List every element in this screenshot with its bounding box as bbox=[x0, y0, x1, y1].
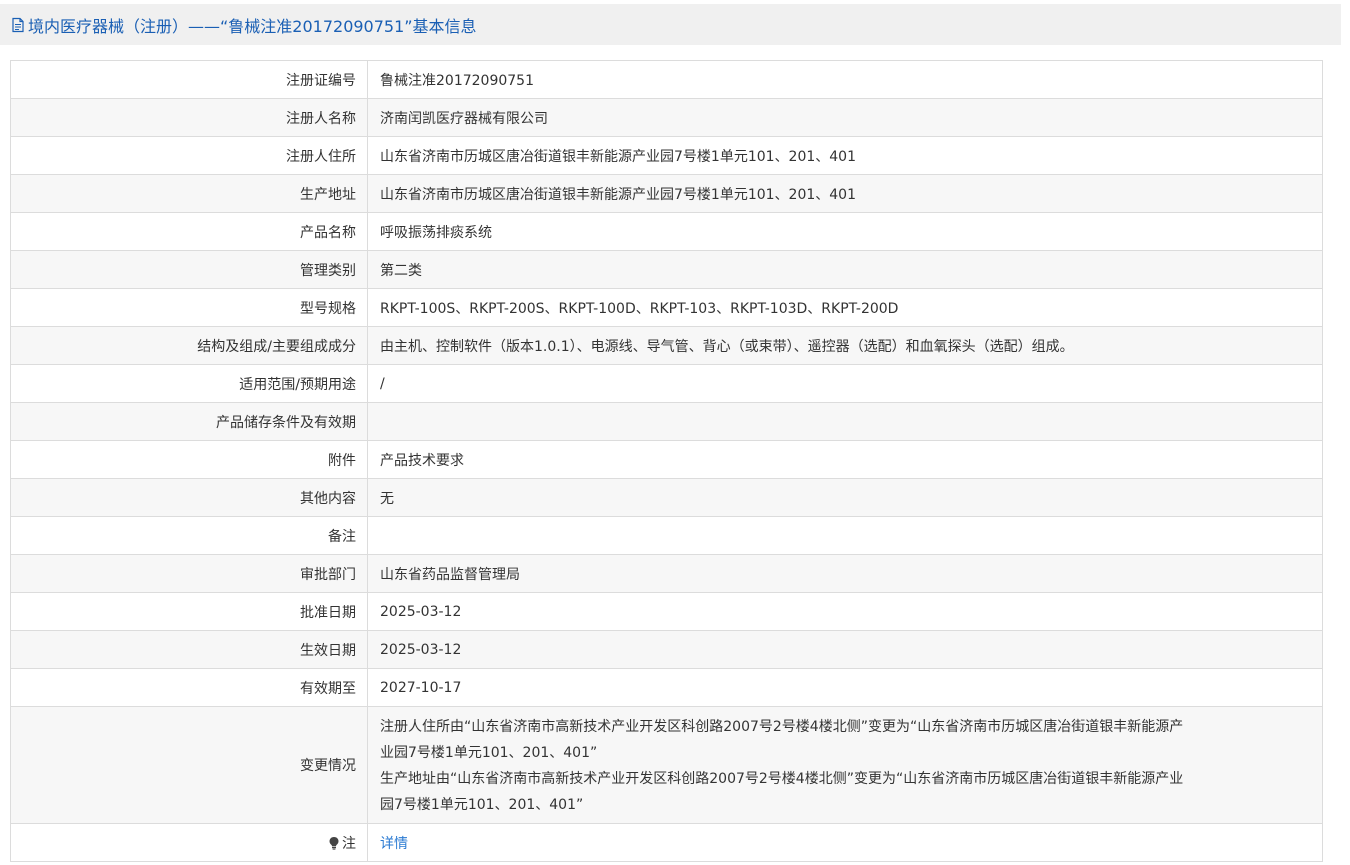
row-value: 山东省济南市历城区唐冶街道银丰新能源产业园7号楼1单元101、201、401 bbox=[368, 137, 1323, 174]
row-value: 2025-03-12 bbox=[368, 631, 1323, 668]
row-label: 有效期至 bbox=[11, 669, 368, 706]
row-value bbox=[368, 517, 1323, 554]
table-row: 其他内容 无 bbox=[11, 479, 1323, 517]
row-value: / bbox=[368, 365, 1323, 402]
row-label: 审批部门 bbox=[11, 555, 368, 592]
table-row: 管理类别 第二类 bbox=[11, 251, 1323, 289]
row-value: 无 bbox=[368, 479, 1323, 516]
table-row: 审批部门 山东省药品监督管理局 bbox=[11, 555, 1323, 593]
page-title: 境内医疗器械（注册）——“鲁械注准20172090751”基本信息 bbox=[28, 16, 477, 36]
change-line: 业园7号楼1单元101、201、401” bbox=[380, 745, 598, 761]
row-label: 适用范围/预期用途 bbox=[11, 365, 368, 402]
table-row: 注册人住所 山东省济南市历城区唐冶街道银丰新能源产业园7号楼1单元101、201… bbox=[11, 137, 1323, 175]
info-table: 注册证编号 鲁械注准20172090751 注册人名称 济南闰凯医疗器械有限公司… bbox=[10, 60, 1323, 862]
change-row: 变更情况 注册人住所由“山东省济南市高新技术产业开发区科创路2007号2号楼4楼… bbox=[11, 707, 1323, 824]
note-label-cell: 注 bbox=[11, 824, 368, 861]
row-label: 生产地址 bbox=[11, 175, 368, 212]
table-row: 附件 产品技术要求 bbox=[11, 441, 1323, 479]
row-label: 附件 bbox=[11, 441, 368, 478]
table-row: 注册证编号 鲁械注准20172090751 bbox=[11, 61, 1323, 99]
table-row: 批准日期 2025-03-12 bbox=[11, 593, 1323, 631]
row-value: 产品技术要求 bbox=[368, 441, 1323, 478]
row-label: 产品名称 bbox=[11, 213, 368, 250]
row-label: 注册人名称 bbox=[11, 99, 368, 136]
table-row: 适用范围/预期用途 / bbox=[11, 365, 1323, 403]
row-label: 注册证编号 bbox=[11, 61, 368, 98]
table-row: 生产地址 山东省济南市历城区唐冶街道银丰新能源产业园7号楼1单元101、201、… bbox=[11, 175, 1323, 213]
change-line: 生产地址由“山东省济南市高新技术产业开发区科创路2007号2号楼4楼北侧”变更为… bbox=[380, 771, 1184, 787]
table-row: 注册人名称 济南闰凯医疗器械有限公司 bbox=[11, 99, 1323, 137]
table-row: 生效日期 2025-03-12 bbox=[11, 631, 1323, 669]
row-value: 2027-10-17 bbox=[368, 669, 1323, 706]
row-value: 鲁械注准20172090751 bbox=[368, 61, 1323, 98]
row-value: 山东省药品监督管理局 bbox=[368, 555, 1323, 592]
row-label: 注册人住所 bbox=[11, 137, 368, 174]
lightbulb-icon bbox=[328, 836, 340, 850]
table-row: 产品储存条件及有效期 bbox=[11, 403, 1323, 441]
details-link[interactable]: 详情 bbox=[380, 833, 408, 853]
row-label: 备注 bbox=[11, 517, 368, 554]
note-value: 详情 bbox=[368, 824, 1323, 861]
change-label: 变更情况 bbox=[11, 707, 368, 823]
row-label: 管理类别 bbox=[11, 251, 368, 288]
row-value: 济南闰凯医疗器械有限公司 bbox=[368, 99, 1323, 136]
note-label: 注 bbox=[342, 835, 356, 852]
row-value: 第二类 bbox=[368, 251, 1323, 288]
page-header: 境内医疗器械（注册）——“鲁械注准20172090751”基本信息 bbox=[0, 4, 1341, 45]
row-label: 型号规格 bbox=[11, 289, 368, 326]
row-value: RKPT-100S、RKPT-200S、RKPT-100D、RKPT-103、R… bbox=[368, 289, 1323, 326]
row-value bbox=[368, 403, 1323, 440]
table-row: 结构及组成/主要组成成分 由主机、控制软件（版本1.0.1）、电源线、导气管、背… bbox=[11, 327, 1323, 365]
table-row: 有效期至 2027-10-17 bbox=[11, 669, 1323, 707]
row-label: 其他内容 bbox=[11, 479, 368, 516]
document-icon bbox=[10, 17, 26, 33]
change-line: 园7号楼1单元101、201、401” bbox=[380, 797, 584, 813]
row-value: 山东省济南市历城区唐冶街道银丰新能源产业园7号楼1单元101、201、401 bbox=[368, 175, 1323, 212]
table-row: 产品名称 呼吸振荡排痰系统 bbox=[11, 213, 1323, 251]
page-edge bbox=[1341, 0, 1350, 865]
row-value: 由主机、控制软件（版本1.0.1）、电源线、导气管、背心（或束带）、遥控器（选配… bbox=[368, 327, 1323, 364]
row-label: 结构及组成/主要组成成分 bbox=[11, 327, 368, 364]
table-row: 型号规格 RKPT-100S、RKPT-200S、RKPT-100D、RKPT-… bbox=[11, 289, 1323, 327]
change-value: 注册人住所由“山东省济南市高新技术产业开发区科创路2007号2号楼4楼北侧”变更… bbox=[368, 707, 1323, 823]
row-label: 产品储存条件及有效期 bbox=[11, 403, 368, 440]
row-label: 生效日期 bbox=[11, 631, 368, 668]
table-row: 备注 bbox=[11, 517, 1323, 555]
row-value: 呼吸振荡排痰系统 bbox=[368, 213, 1323, 250]
row-label: 批准日期 bbox=[11, 593, 368, 630]
row-value: 2025-03-12 bbox=[368, 593, 1323, 630]
change-line: 注册人住所由“山东省济南市高新技术产业开发区科创路2007号2号楼4楼北侧”变更… bbox=[380, 719, 1184, 735]
note-row: 注 详情 bbox=[11, 824, 1323, 862]
